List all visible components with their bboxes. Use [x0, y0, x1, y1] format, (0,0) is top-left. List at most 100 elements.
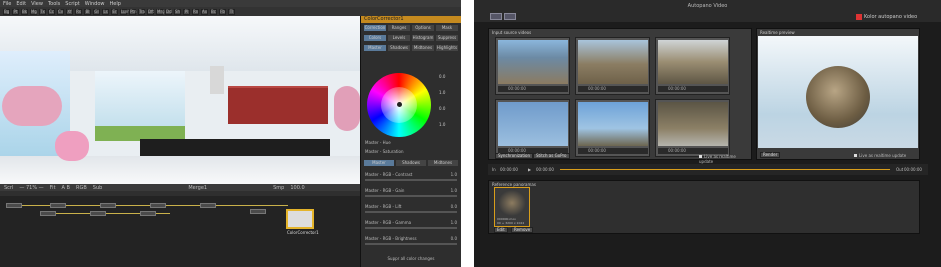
tool-button[interactable]: Rn [192, 8, 199, 15]
video-thumbnail[interactable]: 00:00:00 [575, 37, 650, 95]
flow-node[interactable] [150, 203, 166, 208]
tool-button[interactable]: Fb [219, 8, 226, 15]
color-corrector-node[interactable] [286, 209, 314, 229]
menu-view[interactable]: View [31, 1, 43, 7]
tool-button[interactable]: Bc [210, 8, 217, 15]
viewer-ctrl-sub[interactable]: Sub [93, 185, 103, 191]
tab-options[interactable]: Options [412, 25, 434, 31]
param-row[interactable]: Master - RGB - Gamma 1.0 [365, 220, 457, 226]
viewer-ctrl-ab[interactable]: A B [62, 185, 70, 191]
tool-button[interactable]: Pt [12, 8, 19, 15]
viewer-ctrl-scroll[interactable]: Scrl [4, 185, 13, 191]
tool-button[interactable]: Bl [84, 8, 91, 15]
live-update-checkbox[interactable]: Live as realtime update [699, 154, 751, 164]
tab-ranges[interactable]: Ranges [388, 25, 410, 31]
flow-node[interactable] [200, 203, 216, 208]
open-videos-icon[interactable] [490, 13, 502, 20]
render-button[interactable]: Render [760, 152, 781, 158]
subtab-suppress[interactable]: Suppress [436, 35, 458, 41]
flow-node[interactable] [100, 203, 116, 208]
param-slider[interactable] [365, 179, 457, 181]
rgb-tab-midtones[interactable]: Midtones [428, 160, 458, 166]
menu-window[interactable]: Window [85, 1, 105, 7]
mode-midtones[interactable]: Midtones [412, 45, 434, 51]
video-thumbnail[interactable]: 00:00:00 [655, 99, 730, 157]
tool-button[interactable]: Pl [183, 8, 190, 15]
rgb-tab-shadows[interactable]: Shadows [396, 160, 426, 166]
tool-button[interactable]: Mrg [156, 8, 165, 15]
param-slider[interactable] [365, 227, 457, 229]
flow-node[interactable] [90, 211, 106, 216]
out-time[interactable]: 00:00:00 [904, 167, 922, 172]
reference-panorama-item[interactable]: 000000.mov 00 + 3200 x 1024 [494, 187, 530, 227]
range-row[interactable]: Master - Saturation [365, 149, 457, 155]
param-slider[interactable] [365, 211, 457, 213]
viewer-ctrl-zoom[interactable]: — 71% — [19, 185, 43, 191]
video-thumbnail[interactable]: 00:00:00 [655, 37, 730, 95]
param-row[interactable]: Master - RGB - Gain 1.0 [365, 188, 457, 194]
tool-button[interactable]: Dcl [165, 8, 172, 15]
menu-edit[interactable]: Edit [16, 1, 26, 7]
synchronization-button[interactable]: Synchronization [495, 153, 534, 159]
param-slider[interactable] [365, 243, 457, 245]
menu-script[interactable]: Script [65, 1, 80, 7]
inspector-footer[interactable]: Suppr all color changes [365, 256, 457, 262]
flow-node[interactable] [40, 211, 56, 216]
viewer-ctrl-fit[interactable]: Fit [50, 185, 56, 191]
tool-button[interactable]: Mg [30, 8, 37, 15]
range-row[interactable]: Master - Hue [365, 140, 457, 146]
tool-button[interactable]: Tra [138, 8, 145, 15]
flow-node[interactable] [6, 203, 22, 208]
in-time[interactable]: 00:00:00 [500, 167, 518, 172]
color-wheel-handle[interactable] [397, 102, 402, 107]
flow-editor[interactable]: ColorCorrector1 [0, 191, 360, 267]
tool-button[interactable]: Cv [57, 8, 64, 15]
image-viewer[interactable] [0, 16, 360, 184]
tool-button[interactable]: Tx [39, 8, 46, 15]
tab-correction[interactable]: Correction [364, 25, 386, 31]
save-project-icon[interactable] [504, 13, 516, 20]
tool-button[interactable]: Dft [147, 8, 154, 15]
tab-mask[interactable]: Mask [436, 25, 458, 31]
tool-button[interactable]: Lum [120, 8, 130, 15]
timeline-transport[interactable]: In 00:00:00 ▶ 00:00:00 Out 00:00:00 [488, 164, 928, 175]
timeline-track[interactable] [560, 169, 890, 170]
flow-node[interactable] [250, 209, 266, 214]
subtab-levels[interactable]: Levels [388, 35, 410, 41]
tool-button[interactable]: Ax [201, 8, 208, 15]
video-thumbnail[interactable]: 00:00:00 [575, 99, 650, 157]
mode-highlights[interactable]: Highlights [436, 45, 458, 51]
tool-button[interactable]: Bg [3, 8, 10, 15]
tool-button[interactable]: Rs [75, 8, 82, 15]
tool-button[interactable]: Xf [66, 8, 73, 15]
stitch-button[interactable]: Stitch as GoPro [533, 153, 570, 159]
tool-button[interactable]: Bk [21, 8, 28, 15]
menu-help[interactable]: Help [110, 1, 121, 7]
param-row[interactable]: Master - RGB - Lift 0.0 [365, 204, 457, 210]
remove-reference-button[interactable]: Remove [511, 227, 534, 233]
subtab-histogram[interactable]: Histogram [412, 35, 434, 41]
subtab-colors[interactable]: Colors [364, 35, 386, 41]
rgb-tab-master[interactable]: Master [364, 160, 394, 166]
flow-node[interactable] [50, 203, 66, 208]
play-icon[interactable]: ▶ [528, 167, 531, 172]
edit-reference-button[interactable]: Edit [494, 227, 508, 233]
param-slider[interactable] [365, 195, 457, 197]
menu-tools[interactable]: Tools [48, 1, 60, 7]
tool-button[interactable]: Ls [102, 8, 109, 15]
viewer-ctrl-rgb[interactable]: RGB [76, 185, 87, 191]
tool-button[interactable]: Sh [174, 8, 181, 15]
preview-live-update-checkbox[interactable]: Live as realtime update [854, 153, 906, 158]
video-thumbnail[interactable]: 00:00:00 [495, 37, 570, 95]
tool-button[interactable]: Er [111, 8, 118, 15]
tool-button[interactable]: Ptn [129, 8, 137, 15]
param-row[interactable]: Master - RGB - Brightness 0.0 [365, 236, 457, 242]
mode-master[interactable]: Master [364, 45, 386, 51]
menu-file[interactable]: File [3, 1, 11, 7]
flow-node[interactable] [140, 211, 156, 216]
tool-button[interactable]: Gl [93, 8, 100, 15]
param-row[interactable]: Master - RGB - Contrast 1.0 [365, 172, 457, 178]
mode-shadows[interactable]: Shadows [388, 45, 410, 51]
video-thumbnail[interactable]: 00:00:00 [495, 99, 570, 157]
color-wheel[interactable] [367, 73, 431, 137]
